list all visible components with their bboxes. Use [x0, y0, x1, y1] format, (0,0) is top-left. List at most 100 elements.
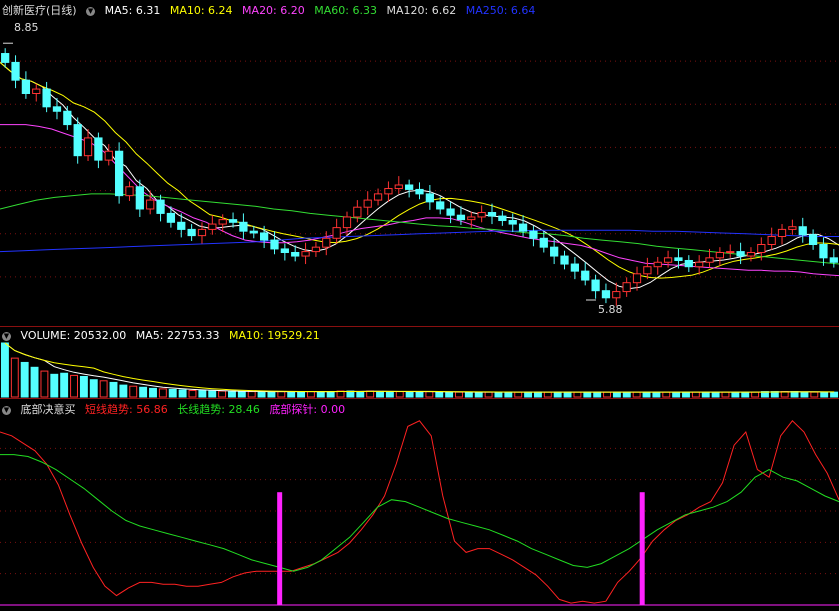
ma60-value: 6.33	[352, 4, 377, 17]
candle-body	[591, 279, 600, 292]
ma5-value: 6.31	[135, 4, 161, 17]
volume-bar	[277, 391, 286, 398]
candle-body	[394, 184, 403, 190]
candle-body	[487, 212, 497, 217]
candle-body	[529, 230, 538, 239]
candle-body	[788, 226, 797, 230]
candle-body	[508, 220, 517, 225]
candle-body	[684, 259, 693, 268]
volume-bar	[682, 391, 690, 398]
candle-body	[456, 214, 466, 221]
candle-body	[353, 206, 362, 218]
candle-body	[467, 216, 476, 221]
volume-bar	[99, 380, 108, 398]
candle-body	[291, 251, 300, 257]
high-price-label: 8.85	[14, 21, 39, 34]
candle-body	[63, 110, 72, 126]
candle-body	[21, 79, 31, 94]
volume-bar	[168, 388, 177, 398]
candle-body	[280, 248, 289, 253]
candle-body	[601, 290, 611, 299]
candle-body	[726, 251, 735, 254]
candle-body	[260, 232, 269, 241]
low-price-label: 5.88	[598, 303, 623, 316]
volume-bar	[109, 381, 118, 398]
candle-body	[415, 188, 424, 195]
ma5-legend: MA5: 6.31	[105, 4, 161, 17]
volume-label: VOLUME:	[20, 329, 71, 342]
short-trend-value: 56.86	[136, 403, 168, 416]
volume-bar	[405, 391, 414, 398]
volume-bar	[316, 391, 325, 398]
volume-bar	[622, 391, 631, 398]
volume-settings-icon[interactable]: ▼	[2, 331, 11, 341]
ma5-label: MA5:	[104, 4, 133, 17]
candle-body	[125, 186, 134, 197]
indicator-grid	[0, 447, 839, 606]
volume-bar	[20, 361, 29, 398]
candle-body	[135, 186, 144, 210]
candle-body	[715, 251, 725, 259]
candle-body	[208, 223, 217, 230]
candle-body	[622, 282, 631, 293]
volume-bar	[218, 390, 227, 398]
ma250-value: 6.64	[510, 4, 536, 17]
volume-legend: ▼ VOLUME: 20532.00 MA5: 22753.33 MA10: 1…	[2, 329, 326, 343]
volume-bar	[830, 391, 839, 398]
price-grid	[0, 60, 839, 278]
volume-bar	[395, 391, 404, 398]
long-trend-line	[0, 454, 839, 572]
candle-body	[177, 221, 186, 230]
volume-bar	[139, 386, 148, 398]
candle-body	[663, 257, 673, 263]
volume-bar	[158, 388, 167, 398]
candle-body	[808, 234, 818, 246]
volume-bar	[642, 391, 651, 398]
volume-bar	[741, 391, 750, 398]
bottom-probe-legend: 底部探针: 0.00	[269, 403, 345, 416]
indicator-settings-icon[interactable]: ▼	[2, 405, 11, 415]
candle-body	[518, 223, 528, 232]
volume-ma5-value: 22753.33	[167, 329, 220, 342]
price-legend: 创新医疗(日线) ▼ MA5: 6.31 MA10: 6.24 MA20: 6.…	[2, 2, 541, 17]
ma60-label: MA60:	[314, 4, 349, 17]
volume-bars	[0, 342, 839, 398]
price-chart[interactable]: 8.85 5.88	[0, 0, 839, 326]
candle-body	[436, 201, 445, 210]
volume-ma-lines	[4, 342, 835, 393]
volume-panel: ▼ VOLUME: 20532.00 MA5: 22753.33 MA10: 1…	[0, 326, 839, 399]
volume-bar	[0, 342, 9, 398]
candle-body	[197, 228, 207, 237]
volume-bar	[198, 390, 207, 398]
long-trend-label: 长线趋势:	[177, 403, 225, 416]
ma10-value: 6.24	[208, 4, 233, 17]
candle-body	[146, 199, 155, 210]
settings-circle-icon[interactable]: ▼	[86, 6, 96, 16]
short-trend-label: 短线趋势:	[85, 403, 133, 416]
volume-bar	[257, 391, 266, 398]
ma60-legend: MA60: 6.33	[314, 4, 377, 17]
candle-body	[218, 219, 227, 225]
short-trend-legend: 短线趋势: 56.86	[85, 403, 168, 416]
candle-body	[632, 273, 642, 284]
volume-bar	[149, 387, 157, 398]
volume-bar	[50, 373, 59, 398]
volume-bar	[583, 391, 592, 398]
indicator-chart[interactable]	[0, 399, 839, 611]
ma20-value: 6.20	[280, 4, 305, 17]
candle-body	[695, 261, 704, 268]
candle-body	[653, 261, 662, 268]
volume-bar	[297, 391, 306, 398]
volume-bar	[751, 391, 760, 398]
volume-bar	[267, 391, 276, 398]
ma10-legend: MA10: 6.24	[170, 4, 233, 17]
ma250-legend: MA250: 6.64	[466, 4, 536, 17]
ma5-line	[0, 62, 839, 290]
candle-body	[156, 199, 165, 214]
volume-bar	[563, 391, 572, 398]
bottom-probe-label: 底部探针:	[269, 403, 318, 416]
volume-ma10-legend: MA10: 19529.21	[229, 329, 320, 342]
indicator-probe-bars	[277, 492, 645, 605]
candle-body	[746, 251, 756, 257]
volume-bar	[40, 370, 49, 398]
